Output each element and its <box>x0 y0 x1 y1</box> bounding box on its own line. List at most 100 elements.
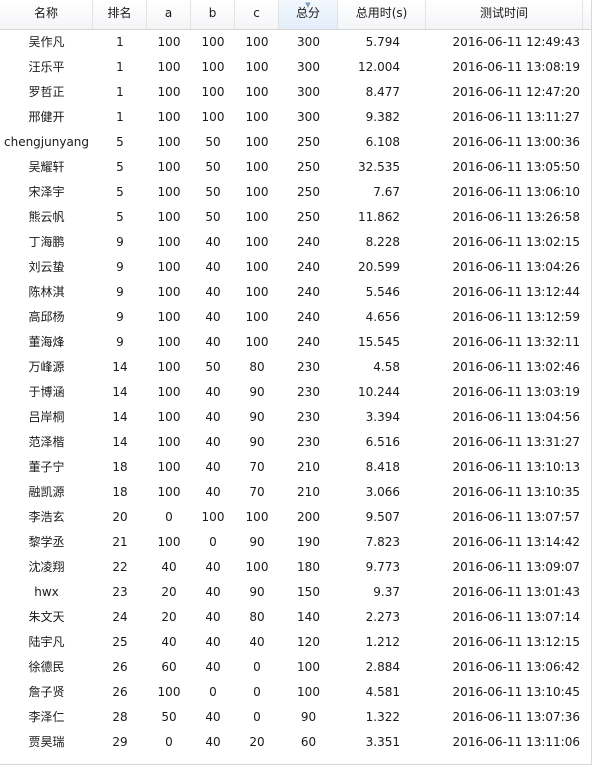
table-row[interactable]: 吕岸桐 14 100 40 90 230 3.394 2016-06-11 13:04:56 <box>0 405 592 430</box>
cell-rank: 28 <box>112 710 128 724</box>
table-row[interactable]: 董子宁 18 100 40 70 210 8.418 2016-06-11 13:10:13 <box>0 455 592 480</box>
cell-total-time: 11.862 <box>358 210 400 224</box>
table-row[interactable]: 吴作凡 1 100 100 100 300 5.794 2016-06-11 12:49:43 <box>0 30 592 55</box>
cell-a: 50 <box>161 710 177 724</box>
cell-name: 邢健开 <box>28 110 65 124</box>
cell-rank: 9 <box>116 285 124 299</box>
cell-total-score: 190 <box>297 535 320 549</box>
cell-rank: 1 <box>116 35 124 49</box>
table-row[interactable]: 吴耀轩 5 100 50 100 250 32.535 2016-06-11 13:05:50 <box>0 155 592 180</box>
cell-total-time: 4.656 <box>365 310 400 324</box>
table-row[interactable]: chengjunyang 5 100 50 100 250 6.108 2016-06-11 … <box>0 130 592 155</box>
cell-name: 陈林淇 <box>28 285 65 299</box>
cell-a: 100 <box>157 485 181 499</box>
cell-rank: 14 <box>112 385 128 399</box>
cell-c: 80 <box>249 360 265 374</box>
table-row[interactable]: 融凯源 18 100 40 70 210 3.066 2016-06-11 13:10:35 <box>0 480 592 505</box>
cell-total-score: 240 <box>297 260 320 274</box>
cell-total-score: 60 <box>300 735 317 749</box>
cell-a: 40 <box>161 635 177 649</box>
cell-b: 50 <box>205 135 221 149</box>
cell-a: 100 <box>157 135 181 149</box>
column-header-total-time[interactable]: 总用时(s) <box>338 0 426 29</box>
table-row[interactable]: hwx 23 20 40 90 150 9.37 2016-06-11 13:01:43 <box>0 580 592 605</box>
cell-total-score: 240 <box>297 310 320 324</box>
cell-total-time: 1.322 <box>365 710 400 724</box>
cell-a: 100 <box>157 410 181 424</box>
cell-b: 40 <box>205 285 221 299</box>
cell-rank: 20 <box>112 510 128 524</box>
cell-c: 0 <box>253 710 261 724</box>
cell-total-score: 240 <box>297 335 320 349</box>
cell-c: 90 <box>249 585 265 599</box>
cell-rank: 29 <box>112 735 128 749</box>
cell-a: 100 <box>157 260 181 274</box>
cell-b: 100 <box>201 60 225 74</box>
cell-total-score: 90 <box>300 710 317 724</box>
cell-name: 熊云帆 <box>28 210 65 224</box>
table-row[interactable]: 邢健开 1 100 100 100 300 9.382 2016-06-11 13:11:27 <box>0 105 592 130</box>
cell-a: 100 <box>157 110 181 124</box>
table-row[interactable]: 朱文天 24 20 40 80 140 2.273 2016-06-11 13:07:14 <box>0 605 592 630</box>
column-header-total-score[interactable]: ▼ 总分 <box>279 0 338 29</box>
cell-total-time: 20.599 <box>358 260 400 274</box>
column-header-name[interactable]: 名称 <box>0 0 93 29</box>
cell-c: 90 <box>249 535 265 549</box>
cell-rank: 25 <box>112 635 128 649</box>
cell-test-time: 2016-06-11 13:04:26 <box>452 260 580 274</box>
cell-a: 100 <box>157 160 181 174</box>
cell-test-time: 2016-06-11 13:10:13 <box>452 460 580 474</box>
table-row[interactable]: 陈林淇 9 100 40 100 240 5.546 2016-06-11 13:12:44 <box>0 280 592 305</box>
table-row[interactable]: 熊云帆 5 100 50 100 250 11.862 2016-06-11 13:26:58 <box>0 205 592 230</box>
table-row[interactable]: 万峰源 14 100 50 80 230 4.58 2016-06-11 13:02:46 <box>0 355 592 380</box>
cell-test-time: 2016-06-11 13:31:27 <box>452 435 580 449</box>
table-row[interactable]: 詹子贤 26 100 0 0 100 4.581 2016-06-11 13:10:45 <box>0 680 592 705</box>
cell-rank: 5 <box>116 185 124 199</box>
table-row[interactable]: 罗哲正 1 100 100 100 300 8.477 2016-06-11 12:47:20 <box>0 80 592 105</box>
cell-rank: 18 <box>112 460 128 474</box>
column-header-rank[interactable]: 排名 <box>93 0 147 29</box>
table-row[interactable]: 丁海鹏 9 100 40 100 240 8.228 2016-06-11 13:02:15 <box>0 230 592 255</box>
table-row[interactable]: 贾昊瑞 29 0 40 20 60 3.351 2016-06-11 13:11:06 <box>0 730 592 755</box>
cell-total-time: 5.546 <box>365 285 400 299</box>
cell-rank: 9 <box>116 260 124 274</box>
cell-test-time: 2016-06-11 13:07:36 <box>452 710 580 724</box>
cell-test-time: 2016-06-11 13:32:11 <box>452 335 580 349</box>
column-header-a[interactable]: a <box>147 0 191 29</box>
column-header-c[interactable]: c <box>235 0 279 29</box>
cell-b: 40 <box>205 485 221 499</box>
cell-total-score: 240 <box>297 285 320 299</box>
table-row[interactable]: 宋泽宇 5 100 50 100 250 7.67 2016-06-11 13:06:10 <box>0 180 592 205</box>
table-row[interactable]: 黎学丞 21 100 0 90 190 7.823 2016-06-11 13:14:42 <box>0 530 592 555</box>
cell-name: 陆宇凡 <box>28 635 65 649</box>
table-row[interactable]: 李浩玄 20 0 100 100 200 9.507 2016-06-11 13:07:57 <box>0 505 592 530</box>
table-row[interactable]: 徐德民 26 60 40 0 100 2.884 2016-06-11 13:06:42 <box>0 655 592 680</box>
cell-total-time: 12.004 <box>358 60 400 74</box>
table-body: 吴作凡 1 100 100 100 300 5.794 2016-06-11 12:49:43… <box>0 30 592 755</box>
cell-b: 40 <box>205 435 221 449</box>
cell-total-time: 10.244 <box>358 385 400 399</box>
table-row[interactable]: 高邱杨 9 100 40 100 240 4.656 2016-06-11 13:12:59 <box>0 305 592 330</box>
cell-c: 100 <box>245 310 269 324</box>
cell-test-time: 2016-06-11 13:11:27 <box>452 110 580 124</box>
table-row[interactable]: 刘云蛰 9 100 40 100 240 20.599 2016-06-11 13:04:26 <box>0 255 592 280</box>
cell-c: 100 <box>245 110 269 124</box>
cell-total-score: 200 <box>297 510 320 524</box>
table-row[interactable]: 汪乐平 1 100 100 100 300 12.004 2016-06-11 13:08:1… <box>0 55 592 80</box>
column-header-test-time[interactable]: 测试时间 <box>426 0 583 29</box>
cell-test-time: 2016-06-11 13:10:35 <box>452 485 580 499</box>
cell-c: 0 <box>253 685 261 699</box>
cell-b: 40 <box>205 560 221 574</box>
table-row[interactable]: 沈凌翔 22 40 40 100 180 9.773 2016-06-11 13:09:07 <box>0 555 592 580</box>
cell-total-time: 2.884 <box>365 660 400 674</box>
table-row[interactable]: 范泽楷 14 100 40 90 230 6.516 2016-06-11 13:31:27 <box>0 430 592 455</box>
column-header-b[interactable]: b <box>191 0 235 29</box>
cell-name: 董海烽 <box>28 335 65 349</box>
cell-total-time: 32.535 <box>358 160 400 174</box>
table-row[interactable]: 于博涵 14 100 40 90 230 10.244 2016-06-11 13:03:19 <box>0 380 592 405</box>
table-row[interactable]: 董海烽 9 100 40 100 240 15.545 2016-06-11 13:32:11 <box>0 330 592 355</box>
cell-c: 70 <box>249 460 265 474</box>
cell-test-time: 2016-06-11 13:26:58 <box>452 210 580 224</box>
table-row[interactable]: 陆宇凡 25 40 40 40 120 1.212 2016-06-11 13:12:15 <box>0 630 592 655</box>
table-row[interactable]: 李泽仁 28 50 40 0 90 1.322 2016-06-11 13:07:36 <box>0 705 592 730</box>
